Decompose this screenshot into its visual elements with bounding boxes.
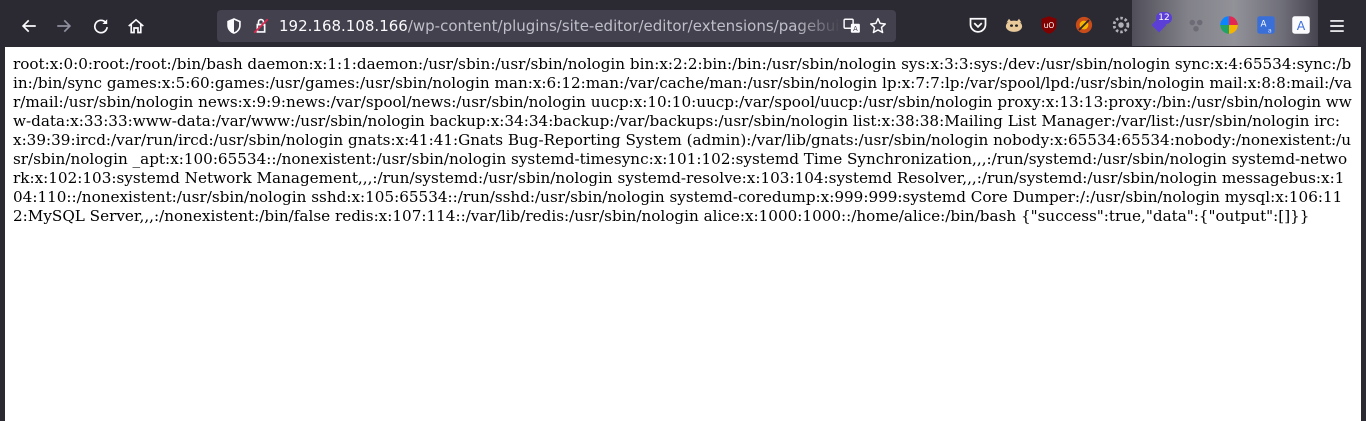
extensions-button[interactable]	[1185, 14, 1207, 36]
back-arrow-icon	[21, 19, 36, 33]
color-wheel-icon	[1220, 16, 1238, 34]
menu-icon	[1330, 20, 1344, 32]
ublock-button[interactable]: uO	[1038, 14, 1060, 36]
url-host: 192.168.108.166	[279, 17, 408, 35]
page-content: root:x:0:0:root:/root:/bin/bash daemon:x…	[5, 47, 1361, 421]
bookmark-star-icon[interactable]	[869, 17, 887, 35]
extension-circle-icon	[1075, 16, 1093, 34]
ublock-icon: uO	[1041, 16, 1057, 34]
pocket-icon	[969, 17, 987, 33]
forward-button[interactable]	[48, 10, 80, 42]
translate-extension-button[interactable]: A	[1290, 14, 1312, 36]
color-wheel-button[interactable]	[1218, 14, 1240, 36]
extension-gear-icon	[1112, 16, 1130, 34]
menu-button[interactable]	[1321, 10, 1353, 42]
home-icon	[128, 18, 144, 34]
pocket-button[interactable]	[967, 14, 989, 36]
forward-arrow-icon	[57, 19, 72, 33]
translate-icon[interactable]: A	[843, 17, 861, 35]
svg-text:A: A	[1297, 18, 1306, 33]
raw-text-output: root:x:0:0:root:/root:/bin/bash daemon:x…	[13, 55, 1352, 225]
insecure-lock-icon[interactable]	[252, 17, 270, 35]
url-text[interactable]: 192.168.108.166/wp-content/plugins/site-…	[279, 10, 841, 42]
translate-a-icon: Aa	[1257, 16, 1275, 35]
svg-text:uO: uO	[1044, 21, 1055, 30]
reload-button[interactable]	[85, 10, 117, 42]
translate-a-icon: A	[1292, 16, 1310, 34]
address-bar[interactable]: 192.168.108.166/wp-content/plugins/site-…	[217, 10, 896, 42]
home-button[interactable]	[120, 10, 152, 42]
svg-text:a: a	[1268, 28, 1272, 35]
extension-badge: 12	[1156, 12, 1172, 24]
translate-a-button[interactable]: Aa	[1255, 14, 1277, 36]
extension-cat-icon	[1005, 18, 1023, 32]
svg-text:A: A	[1261, 19, 1267, 29]
extension-circle-button[interactable]	[1073, 14, 1095, 36]
shield-icon[interactable]	[225, 17, 243, 35]
url-path: /wp-content/plugins/site-editor/editor/e…	[407, 17, 841, 35]
extension-cat-button[interactable]	[1003, 14, 1025, 36]
reload-icon	[93, 19, 108, 34]
extension-gear-button[interactable]	[1110, 14, 1132, 36]
back-button[interactable]	[13, 10, 45, 42]
svg-text:A: A	[853, 25, 858, 33]
extensions-puzzle-icon	[1189, 19, 1203, 32]
browser-toolbar: 192.168.108.166/wp-content/plugins/site-…	[0, 0, 1366, 52]
